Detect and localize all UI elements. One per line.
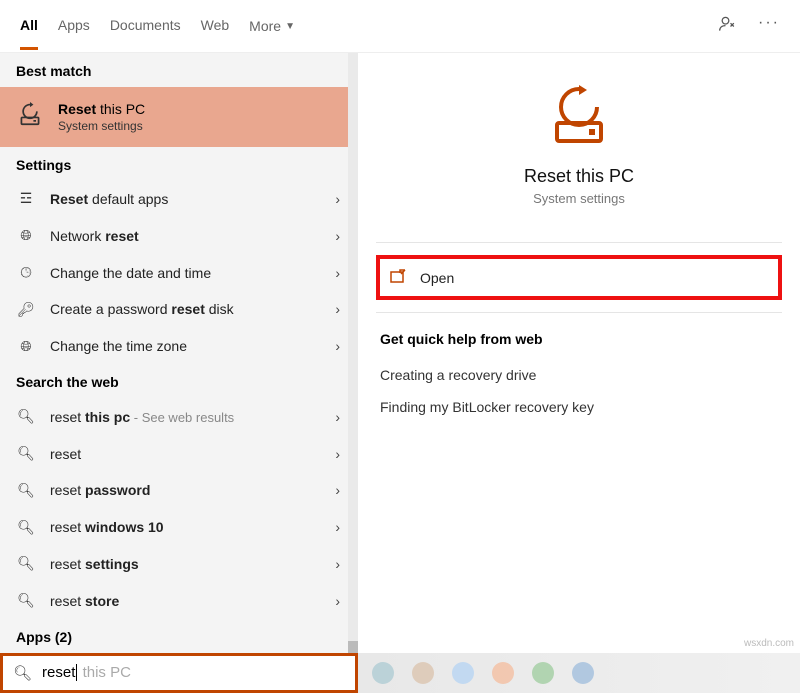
preview-title: Reset this PC	[358, 166, 800, 187]
search-tab-bar: All Apps Documents Web More ▼ ···	[0, 0, 800, 52]
globe-icon: 🌐︎	[16, 227, 36, 244]
chevron-right-icon: ›	[335, 446, 340, 462]
watermark: wsxdn.com	[744, 638, 794, 649]
tab-apps[interactable]: Apps	[58, 3, 90, 50]
taskbar	[358, 653, 800, 693]
chevron-right-icon: ›	[335, 338, 340, 354]
search-icon: 🔍︎	[16, 519, 36, 536]
chevron-right-icon: ›	[335, 409, 340, 425]
chevron-right-icon: ›	[335, 593, 340, 609]
feedback-icon[interactable]	[718, 14, 738, 39]
web-item-reset-settings[interactable]: 🔍︎ reset settings ›	[0, 546, 358, 583]
search-suggestion-text: this PC	[78, 664, 131, 681]
results-panel: Best match Reset this PC System settings…	[0, 53, 358, 653]
search-icon: 🔍︎	[16, 592, 36, 609]
search-icon: 🔍︎	[16, 408, 36, 425]
settings-item-password-reset-disk[interactable]: 🔑︎ Create a password reset disk ›	[0, 291, 358, 328]
chevron-right-icon: ›	[335, 228, 340, 244]
preview-subtitle: System settings	[358, 191, 800, 206]
section-search-web: Search the web	[0, 364, 358, 398]
section-apps: Apps (2)	[0, 619, 358, 653]
tab-documents[interactable]: Documents	[110, 3, 181, 50]
tab-web[interactable]: Web	[201, 3, 230, 50]
quick-link-bitlocker-key[interactable]: Finding my BitLocker recovery key	[358, 391, 800, 423]
chevron-right-icon: ›	[335, 556, 340, 572]
search-icon: 🔍︎	[16, 555, 36, 572]
quick-help-header: Get quick help from web	[358, 313, 800, 359]
settings-item-reset-default-apps[interactable]: ☲ Reset default apps ›	[0, 181, 358, 218]
section-settings: Settings	[0, 147, 358, 181]
settings-item-date-time[interactable]: 🕒︎ Change the date and time ›	[0, 254, 358, 291]
chevron-right-icon: ›	[335, 191, 340, 207]
chevron-right-icon: ›	[335, 301, 340, 317]
tab-all[interactable]: All	[20, 3, 38, 50]
chevron-right-icon: ›	[335, 519, 340, 535]
open-icon	[390, 269, 406, 286]
chevron-right-icon: ›	[335, 265, 340, 281]
best-match-subtitle: System settings	[58, 119, 145, 133]
list-icon: ☲	[16, 190, 36, 207]
search-icon: 🔍︎	[13, 664, 32, 682]
preview-panel: Reset this PC System settings Open Get q…	[358, 53, 800, 653]
settings-item-network-reset[interactable]: 🌐︎ Network reset ›	[0, 217, 358, 254]
open-button[interactable]: Open	[376, 255, 782, 300]
web-item-reset-windows-10[interactable]: 🔍︎ reset windows 10 ›	[0, 509, 358, 546]
reset-pc-hero-icon	[358, 85, 800, 166]
more-options-icon[interactable]: ···	[758, 14, 780, 39]
web-item-reset-this-pc[interactable]: 🔍︎ reset this pc - See web results ›	[0, 398, 358, 435]
settings-item-time-zone[interactable]: 🌐︎ Change the time zone ›	[0, 328, 358, 365]
web-item-reset-password[interactable]: 🔍︎ reset password ›	[0, 472, 358, 509]
calendar-clock-icon: 🕒︎	[16, 264, 36, 281]
open-label: Open	[420, 270, 454, 286]
best-match-title: Reset this PC	[58, 101, 145, 117]
best-match-result[interactable]: Reset this PC System settings	[0, 87, 358, 147]
reset-pc-icon	[16, 102, 44, 131]
quick-link-recovery-drive[interactable]: Creating a recovery drive	[358, 359, 800, 391]
time-zone-icon: 🌐︎	[16, 338, 36, 355]
search-icon: 🔍︎	[16, 445, 36, 462]
section-best-match: Best match	[0, 53, 358, 87]
chevron-right-icon: ›	[335, 482, 340, 498]
tab-more[interactable]: More ▼	[249, 3, 295, 50]
search-typed-text: reset	[42, 664, 75, 681]
search-icon: 🔍︎	[16, 482, 36, 499]
search-input[interactable]: 🔍︎ reset this PC	[0, 653, 358, 693]
web-item-reset[interactable]: 🔍︎ reset ›	[0, 435, 358, 472]
key-icon: 🔑︎	[16, 301, 36, 318]
web-item-reset-store[interactable]: 🔍︎ reset store ›	[0, 582, 358, 619]
chevron-down-icon: ▼	[285, 21, 295, 32]
